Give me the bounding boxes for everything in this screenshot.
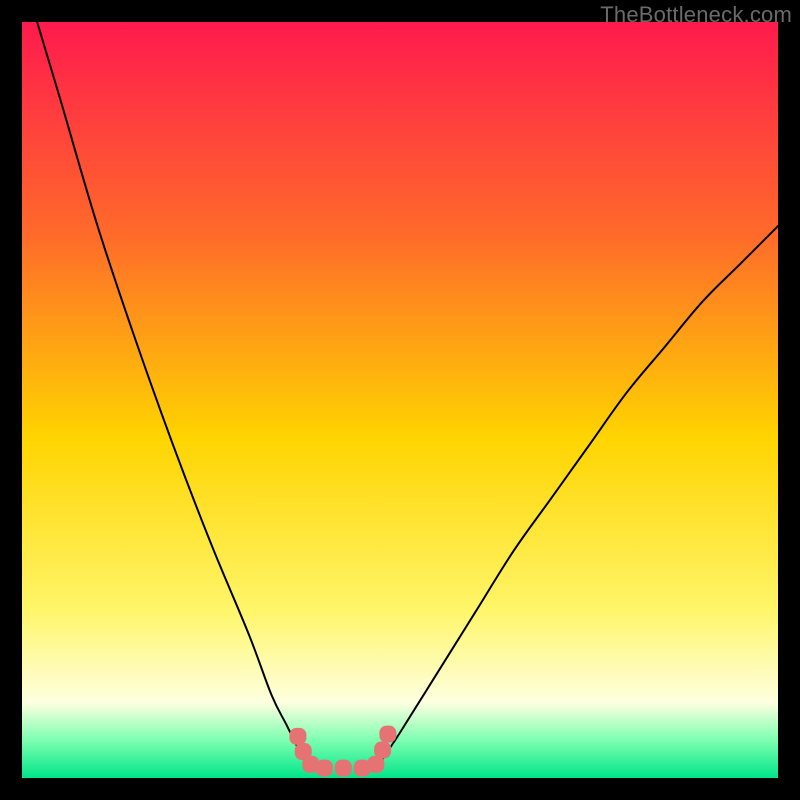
optimal-marker [374,742,391,759]
optimal-marker [316,760,333,777]
optimal-marker [335,760,352,777]
optimal-marker [289,728,306,745]
optimal-marker [379,726,396,743]
gradient-background [22,22,778,778]
chart-plot-area [22,22,778,778]
bottleneck-curve-chart [22,22,778,778]
